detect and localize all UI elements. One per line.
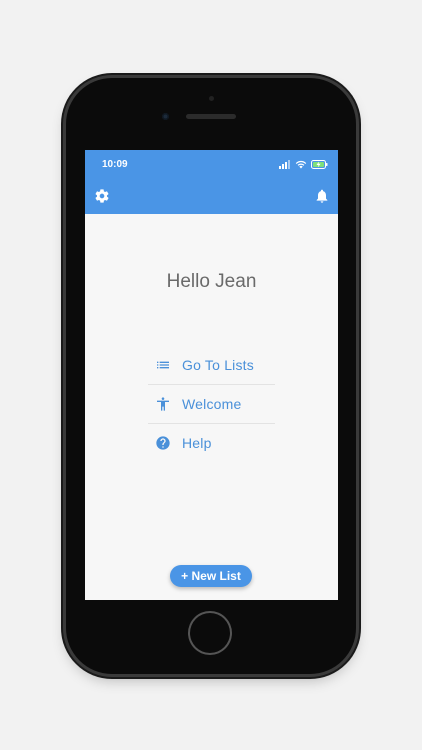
front-camera (162, 113, 169, 120)
home-button[interactable] (188, 611, 232, 655)
list-icon (154, 356, 172, 374)
bell-icon (316, 189, 328, 203)
menu-item-label: Welcome (182, 396, 242, 412)
main-menu: Go To Lists Welcome Help (148, 346, 275, 462)
accessibility-icon (154, 395, 172, 413)
menu-item-welcome[interactable]: Welcome (148, 385, 275, 424)
wifi-icon (295, 160, 307, 168)
signal-icon (279, 159, 290, 169)
new-list-button[interactable]: + New List (170, 565, 252, 587)
menu-item-label: Go To Lists (182, 357, 254, 373)
battery-charging-icon (311, 159, 328, 169)
status-icons (279, 159, 328, 169)
gear-icon (95, 189, 109, 203)
proximity-sensor (209, 96, 214, 101)
help-circle-icon (154, 434, 172, 452)
settings-button[interactable] (92, 186, 112, 206)
menu-item-help[interactable]: Help (148, 424, 275, 462)
app-bar: 10:09 (85, 150, 338, 214)
app-screen: 10:09 Hello Jean Go To Lists Welcome Hel… (85, 150, 338, 600)
earpiece-speaker (186, 114, 236, 119)
greeting-text: Hello Jean (166, 271, 257, 292)
menu-item-go-to-lists[interactable]: Go To Lists (148, 346, 275, 385)
status-time: 10:09 (102, 159, 128, 170)
menu-item-label: Help (182, 435, 212, 451)
notifications-button[interactable] (312, 186, 332, 206)
